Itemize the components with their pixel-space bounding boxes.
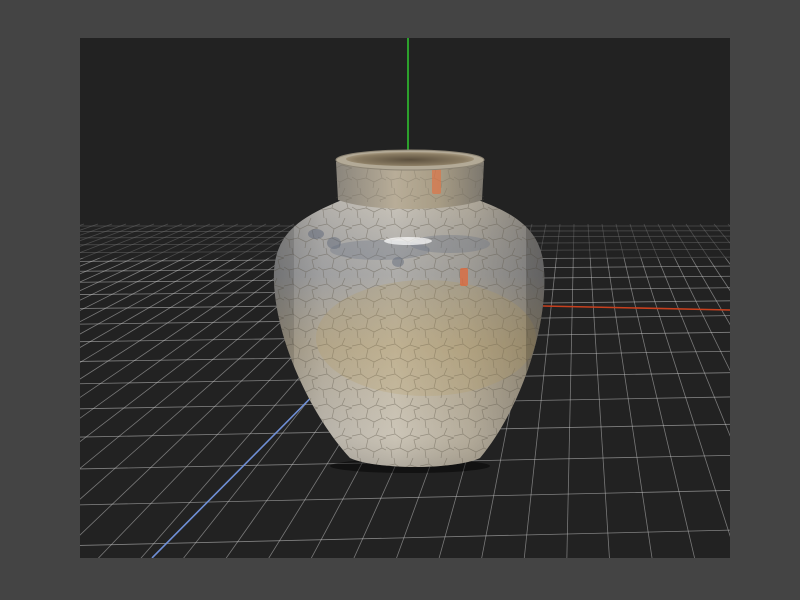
grid-line	[699, 223, 730, 265]
grid-line	[713, 223, 730, 244]
grid-line	[643, 223, 730, 437]
grid-line	[615, 223, 695, 558]
grid-line	[629, 223, 730, 537]
grid-line	[80, 223, 281, 335]
grid-line	[80, 223, 183, 267]
grid-line	[80, 223, 127, 242]
scene-canvas[interactable]	[80, 38, 730, 558]
grid-line	[566, 223, 575, 558]
grid-line	[80, 223, 155, 254]
grid-line	[80, 223, 309, 363]
3d-viewport[interactable]	[80, 38, 730, 558]
grid-line	[80, 223, 211, 283]
app-frame	[0, 0, 800, 600]
grid-line	[587, 223, 610, 558]
grid-line	[685, 223, 730, 292]
grid-line	[601, 223, 653, 558]
grid-line	[80, 490, 730, 506]
grid-line	[80, 223, 239, 301]
grid-line	[80, 223, 113, 236]
grid-line	[80, 223, 85, 226]
grid-line	[727, 223, 730, 227]
grid-line	[80, 223, 169, 260]
